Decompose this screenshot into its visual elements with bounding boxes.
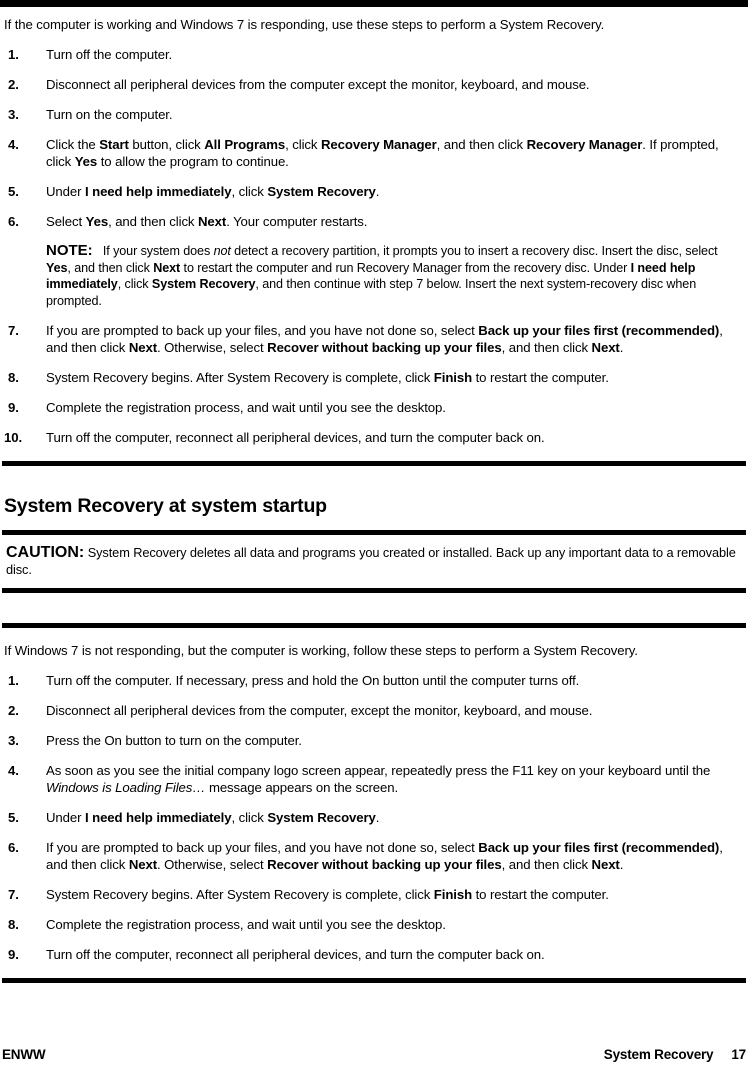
list-item: 10. Turn off the computer, reconnect all… xyxy=(2,429,746,446)
page-footer: ENWW System Recovery 17 xyxy=(2,1047,746,1062)
step-number: 10. xyxy=(4,430,23,445)
step-text: Turn on the computer. xyxy=(46,107,173,122)
section-two-top-rule xyxy=(2,623,746,628)
step-number: 3. xyxy=(8,733,19,748)
document-page: If the computer is working and Windows 7… xyxy=(0,0,748,1076)
spacer-box xyxy=(2,593,746,623)
page-title: System Recovery at system startup xyxy=(4,495,327,517)
step-text: Turn off the computer. If necessary, pre… xyxy=(46,673,580,688)
note-container: NOTE: If your system does not detect a r… xyxy=(2,242,746,309)
caution-box: CAUTION: System Recovery deletes all dat… xyxy=(2,530,746,593)
step-number: 2. xyxy=(8,77,19,92)
step-text: As soon as you see the initial company l… xyxy=(46,763,711,795)
step-text: Complete the registration process, and w… xyxy=(46,917,446,932)
note-label: NOTE: xyxy=(46,242,93,259)
list-item: 7. If you are prompted to back up your f… xyxy=(2,322,746,356)
step-number: 6. xyxy=(8,214,19,229)
page-top-rule xyxy=(0,0,748,7)
step-number: 7. xyxy=(8,323,19,338)
section-two-step-list: 1. Turn off the computer. If necessary, … xyxy=(2,672,746,963)
list-item: 3. Press the On button to turn on the co… xyxy=(2,732,746,749)
step-text: Under I need help immediately, click Sys… xyxy=(46,184,380,199)
list-item: 9. Turn off the computer, reconnect all … xyxy=(2,946,746,963)
list-item: 3. Turn on the computer. xyxy=(2,106,746,123)
step-number: 4. xyxy=(8,137,19,152)
note-text: If your system does not detect a recover… xyxy=(46,244,718,308)
step-text: Turn off the computer. xyxy=(46,47,173,62)
list-item: 5. Under I need help immediately, click … xyxy=(2,183,746,200)
step-text: Disconnect all peripheral devices from t… xyxy=(46,703,593,718)
list-item: 6. Select Yes, and then click Next. Your… xyxy=(2,213,746,230)
list-item: 7. System Recovery begins. After System … xyxy=(2,886,746,903)
section-two-bottom-rule xyxy=(2,978,746,983)
step-text: Disconnect all peripheral devices from t… xyxy=(46,77,590,92)
caution-text: System Recovery deletes all data and pro… xyxy=(6,545,736,577)
page-content: If the computer is working and Windows 7… xyxy=(2,7,746,983)
step-text: System Recovery begins. After System Rec… xyxy=(46,887,609,902)
step-text: If you are prompted to back up your file… xyxy=(46,840,723,872)
section-one-step-list: 1. Turn off the computer. 2. Disconnect … xyxy=(2,46,746,446)
section-one-bottom-rule xyxy=(2,461,746,466)
step-number: 6. xyxy=(8,840,19,855)
step-text: Select Yes, and then click Next. Your co… xyxy=(46,214,368,229)
step-number: 1. xyxy=(8,673,19,688)
caution-label: CAUTION: xyxy=(6,544,85,561)
step-number: 4. xyxy=(8,763,19,778)
footer-page-number: 17 xyxy=(731,1047,746,1062)
step-number: 5. xyxy=(8,184,19,199)
step-number: 2. xyxy=(8,703,19,718)
list-item: 5. Under I need help immediately, click … xyxy=(2,809,746,826)
list-item: 9. Complete the registration process, an… xyxy=(2,399,746,416)
note-block: NOTE: If your system does not detect a r… xyxy=(46,242,740,309)
list-item: 4. As soon as you see the initial compan… xyxy=(2,762,746,796)
section-two-intro: If Windows 7 is not responding, but the … xyxy=(4,643,638,658)
step-text: Turn off the computer, reconnect all per… xyxy=(46,947,545,962)
step-text: Click the Start button, click All Progra… xyxy=(46,137,719,169)
section-one-intro: If the computer is working and Windows 7… xyxy=(4,17,605,32)
footer-language-code: ENWW xyxy=(2,1047,46,1062)
step-number: 7. xyxy=(8,887,19,902)
step-text: System Recovery begins. After System Rec… xyxy=(46,370,609,385)
step-number: 1. xyxy=(8,47,19,62)
list-item: 2. Disconnect all peripheral devices fro… xyxy=(2,76,746,93)
step-number: 3. xyxy=(8,107,19,122)
footer-section-title: System Recovery xyxy=(603,1047,714,1062)
list-item: 1. Turn off the computer. xyxy=(2,46,746,63)
list-item: 1. Turn off the computer. If necessary, … xyxy=(2,672,746,689)
list-item: 8. System Recovery begins. After System … xyxy=(2,369,746,386)
footer-right-group: System Recovery 17 xyxy=(604,1047,746,1062)
step-text: Turn off the computer, reconnect all per… xyxy=(46,430,545,445)
step-number: 8. xyxy=(8,370,19,385)
step-number: 9. xyxy=(8,400,19,415)
list-item: 2. Disconnect all peripheral devices fro… xyxy=(2,702,746,719)
caution-body: CAUTION: System Recovery deletes all dat… xyxy=(2,535,746,588)
step-text: If you are prompted to back up your file… xyxy=(46,323,723,355)
step-number: 9. xyxy=(8,947,19,962)
list-item: 8. Complete the registration process, an… xyxy=(2,916,746,933)
step-text: Press the On button to turn on the compu… xyxy=(46,733,302,748)
step-number: 5. xyxy=(8,810,19,825)
list-item: 4. Click the Start button, click All Pro… xyxy=(2,136,746,170)
step-text: Complete the registration process, and w… xyxy=(46,400,446,415)
step-number: 8. xyxy=(8,917,19,932)
list-item: 6. If you are prompted to back up your f… xyxy=(2,839,746,873)
step-text: Under I need help immediately, click Sys… xyxy=(46,810,380,825)
